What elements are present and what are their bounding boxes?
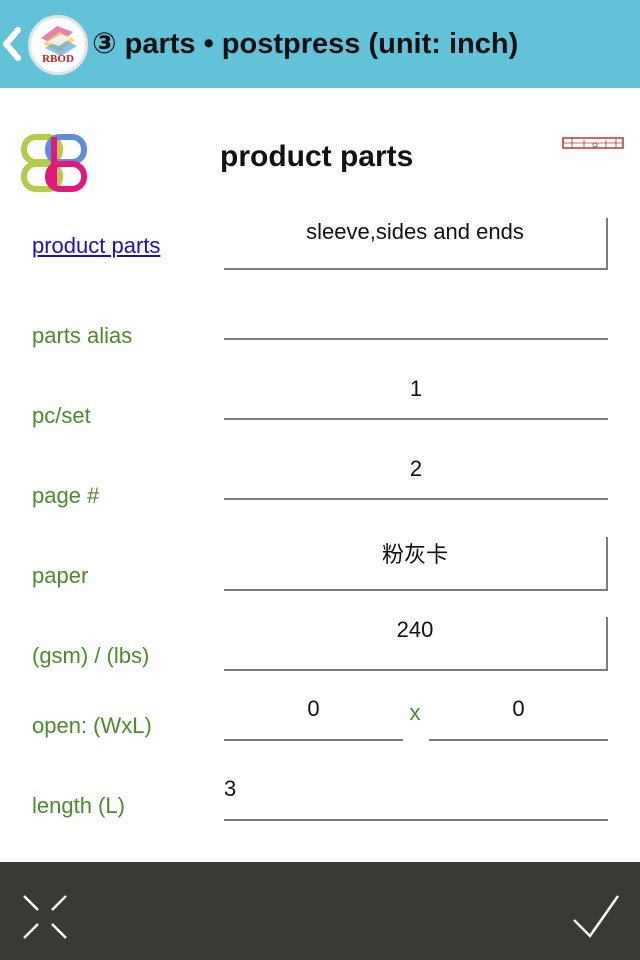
parts-alias-label: parts alias xyxy=(32,323,133,348)
times-separator: x xyxy=(409,700,421,725)
page-count-label: page # xyxy=(32,483,100,508)
open-width-input[interactable]: 0 xyxy=(224,696,403,741)
length-label: length (L) xyxy=(32,793,125,818)
product-parts-picker[interactable]: sleeve,sides and ends xyxy=(224,218,608,270)
paper-picker[interactable]: 粉灰卡 xyxy=(224,537,608,591)
open-width-value: 0 xyxy=(307,696,320,721)
page-title: product parts xyxy=(220,140,414,173)
ruler-icon[interactable] xyxy=(562,137,624,151)
weight-label: (gsm) / (lbs) xyxy=(32,643,150,668)
rbod-logo[interactable]: RBOD xyxy=(28,15,88,75)
checkmark-icon[interactable] xyxy=(572,894,620,938)
weight-value: 240 xyxy=(396,617,434,642)
footer-bar xyxy=(0,862,640,960)
open-length-value: 0 xyxy=(512,696,525,721)
weight-picker[interactable]: 240 xyxy=(224,617,608,671)
pc-per-set-input[interactable]: 1 xyxy=(224,376,608,420)
bb-brand-logo xyxy=(20,134,88,192)
paper-value: 粉灰卡 xyxy=(381,543,448,568)
pc-per-set-value: 1 xyxy=(409,376,423,401)
page-count-input[interactable]: 2 xyxy=(224,456,608,500)
open-length-input[interactable]: 0 xyxy=(429,696,608,741)
product-parts-value: sleeve,sides and ends xyxy=(306,219,524,244)
rbod-logo-text: RBOD xyxy=(42,53,74,65)
header-title: ③ parts • postpress (unit: inch) xyxy=(92,28,519,60)
product-parts-link[interactable]: product parts xyxy=(32,233,160,259)
length-value: 3 xyxy=(224,776,237,801)
length-input[interactable]: 3 xyxy=(224,776,608,821)
open-size-label: open: (WxL) xyxy=(32,713,152,738)
pc-per-set-label: pc/set xyxy=(32,403,91,428)
parts-alias-input[interactable] xyxy=(224,300,608,340)
page-count-value: 2 xyxy=(409,456,423,481)
close-x-icon[interactable] xyxy=(22,894,68,940)
paper-label: paper xyxy=(32,563,89,588)
back-chevron-icon[interactable] xyxy=(0,24,24,64)
